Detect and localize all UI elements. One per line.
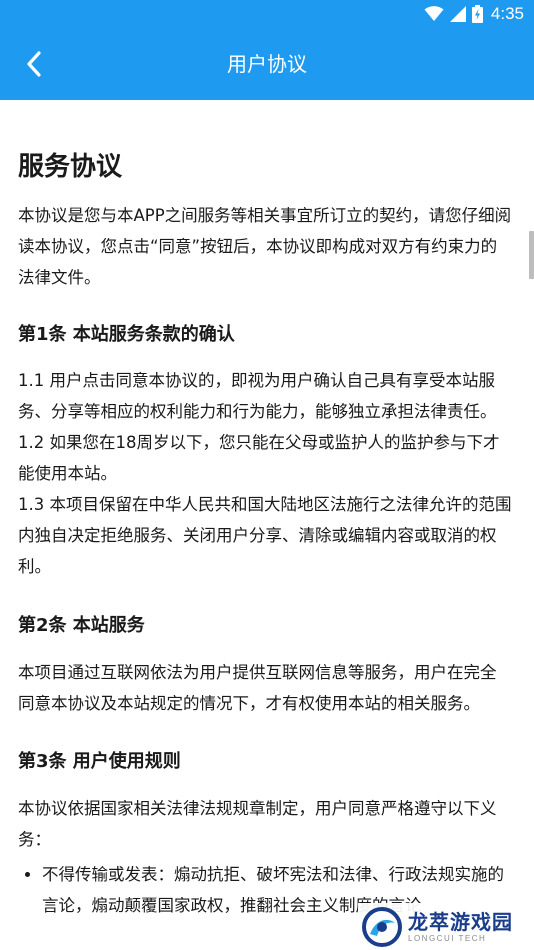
agreement-content: 服务协议 本协议是您与本APP之间服务等相关事宜所订立的契约，请您仔细阅读本协议… bbox=[18, 100, 512, 921]
chevron-left-icon bbox=[27, 51, 41, 77]
status-bar: 4:35 bbox=[0, 0, 534, 28]
watermark-name-en: LONGCUI TECH bbox=[408, 933, 487, 943]
watermark-name: 龙萃游戏园 bbox=[408, 909, 513, 934]
watermark-logo-icon bbox=[362, 906, 402, 947]
section-heading: 第2条 本站服务 bbox=[18, 615, 145, 636]
section-heading: 第1条 本站服务条款的确认 bbox=[18, 324, 235, 345]
section-paragraph: 1.3 本项目保留在中华人民共和国大陆地区法施行之法律允许的范围内独自决定拒绝服… bbox=[18, 495, 512, 576]
section-paragraph: 本项目通过互联网依法为用户提供互联网信息等服务，用户在完全同意本协议及本站规定的… bbox=[18, 663, 497, 713]
page-title: 用户协议 bbox=[227, 52, 307, 76]
back-button[interactable] bbox=[14, 46, 54, 82]
section-paragraph: 本协议依据国家相关法律法规规章制定，用户同意严格遵守以下义务： bbox=[18, 799, 497, 849]
status-time: 4:35 bbox=[490, 4, 524, 23]
signal-icon bbox=[449, 6, 466, 22]
app-bar: 用户协议 bbox=[0, 28, 534, 100]
section-paragraph: 1.2 如果您在18周岁以下，您只能在父母或监护人的监护参与下才能使用本站。 bbox=[18, 433, 500, 483]
wifi-icon bbox=[424, 6, 444, 21]
watermark: 龙萃游戏园 LONGCUI TECH bbox=[358, 903, 534, 950]
section-paragraph: 1.1 用户点击同意本协议的，即视为用户确认自己具有享受本站服务、分享等相应的权… bbox=[18, 371, 497, 421]
intro-paragraph: 本协议是您与本APP之间服务等相关事宜所订立的契约，请您仔细阅读本协议，您点击“… bbox=[18, 206, 512, 287]
battery-icon bbox=[471, 5, 483, 23]
scrollbar[interactable] bbox=[529, 231, 534, 279]
section-heading: 第3条 用户使用规则 bbox=[18, 751, 181, 772]
document-title: 服务协议 bbox=[18, 152, 123, 182]
status-icons: 4:35 bbox=[424, 3, 524, 25]
